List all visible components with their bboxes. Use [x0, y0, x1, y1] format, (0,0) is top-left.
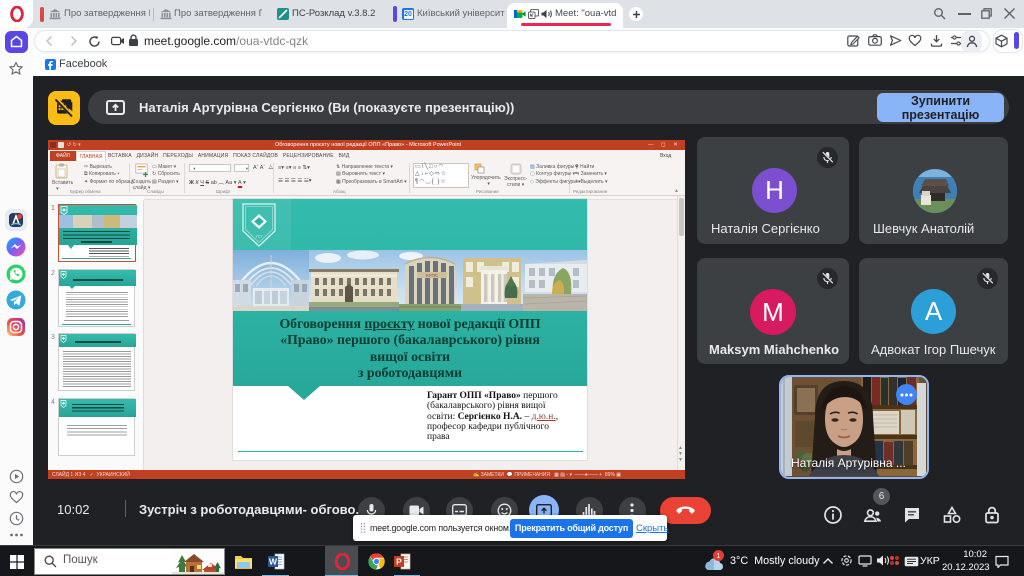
svg-text:P: P: [396, 557, 402, 567]
svg-text:УСУ: УСУ: [255, 235, 263, 239]
svg-text:W: W: [269, 557, 278, 567]
